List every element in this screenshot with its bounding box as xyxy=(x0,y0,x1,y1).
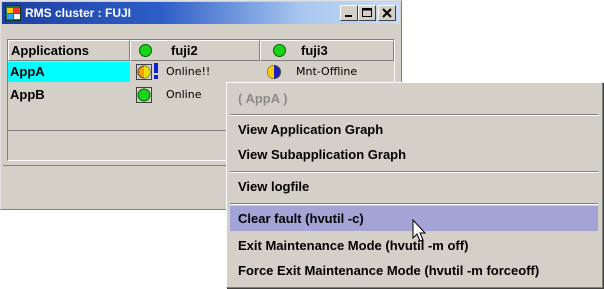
menu-item-label: View Application Graph xyxy=(238,122,384,137)
menu-item-label: Exit Maintenance Mode (hvutil -m off) xyxy=(238,238,469,253)
menu-separator xyxy=(230,171,598,173)
column-header-label: fuji3 xyxy=(301,43,328,58)
column-header-applications[interactable]: Applications xyxy=(8,40,130,61)
status-cell-fuji2[interactable]: Online!! xyxy=(136,62,260,82)
menu-header-label: ( AppA ) xyxy=(238,91,288,106)
menu-item-view-application-graph[interactable]: View Application Graph xyxy=(230,117,598,142)
maintenance-offline-icon xyxy=(267,65,281,79)
app-name-cell[interactable]: AppB xyxy=(8,85,130,105)
close-icon xyxy=(382,8,392,18)
close-button[interactable] xyxy=(378,5,396,21)
status-text: Online!! xyxy=(166,65,211,78)
menu-item-force-exit-maintenance-mode[interactable]: Force Exit Maintenance Mode (hvutil -m f… xyxy=(230,258,598,283)
menu-item-view-subapplication-graph[interactable]: View Subapplication Graph xyxy=(230,142,598,167)
menu-item-label: Clear fault (hvutil -c) xyxy=(238,211,364,226)
mouse-pointer-icon xyxy=(412,219,427,242)
maximize-button[interactable] xyxy=(358,5,376,21)
menu-separator xyxy=(230,114,598,116)
column-header-fuji3[interactable]: fuji3 xyxy=(260,40,394,61)
window-title: RMS cluster : FUJI xyxy=(25,6,132,20)
column-header-fuji2[interactable]: fuji2 xyxy=(130,40,260,61)
menu-item-label: View Subapplication Graph xyxy=(238,147,407,162)
status-cell-fuji3[interactable]: Mnt-Offline xyxy=(266,62,394,82)
node-online-icon xyxy=(139,44,152,57)
node-online-icon xyxy=(273,44,286,57)
menu-header: ( AppA ) xyxy=(230,86,598,111)
menu-separator xyxy=(230,203,598,205)
menu-item-label: View logfile xyxy=(238,179,310,194)
column-header-label: fuji2 xyxy=(171,43,198,58)
status-text: Online xyxy=(166,88,202,101)
table-row[interactable]: AppA Online!! Mnt-Offline xyxy=(8,62,394,83)
maximize-icon xyxy=(362,8,372,17)
online-fault-icon xyxy=(136,64,152,80)
fault-exclamation-icon xyxy=(154,63,158,79)
status-text: Mnt-Offline xyxy=(296,65,358,78)
column-header-label: Applications xyxy=(11,43,90,58)
context-menu: ( AppA ) View Application Graph View Sub… xyxy=(226,82,603,288)
minimize-icon xyxy=(345,15,352,17)
menu-item-label: Force Exit Maintenance Mode (hvutil -m f… xyxy=(238,263,540,278)
minimize-button[interactable] xyxy=(340,5,358,21)
online-icon xyxy=(136,87,152,103)
window-titlebar[interactable]: RMS cluster : FUJI xyxy=(2,2,400,24)
rms-cluster-icon xyxy=(5,5,21,21)
menu-item-view-logfile[interactable]: View logfile xyxy=(230,174,598,199)
app-name-cell[interactable]: AppA xyxy=(8,62,130,82)
